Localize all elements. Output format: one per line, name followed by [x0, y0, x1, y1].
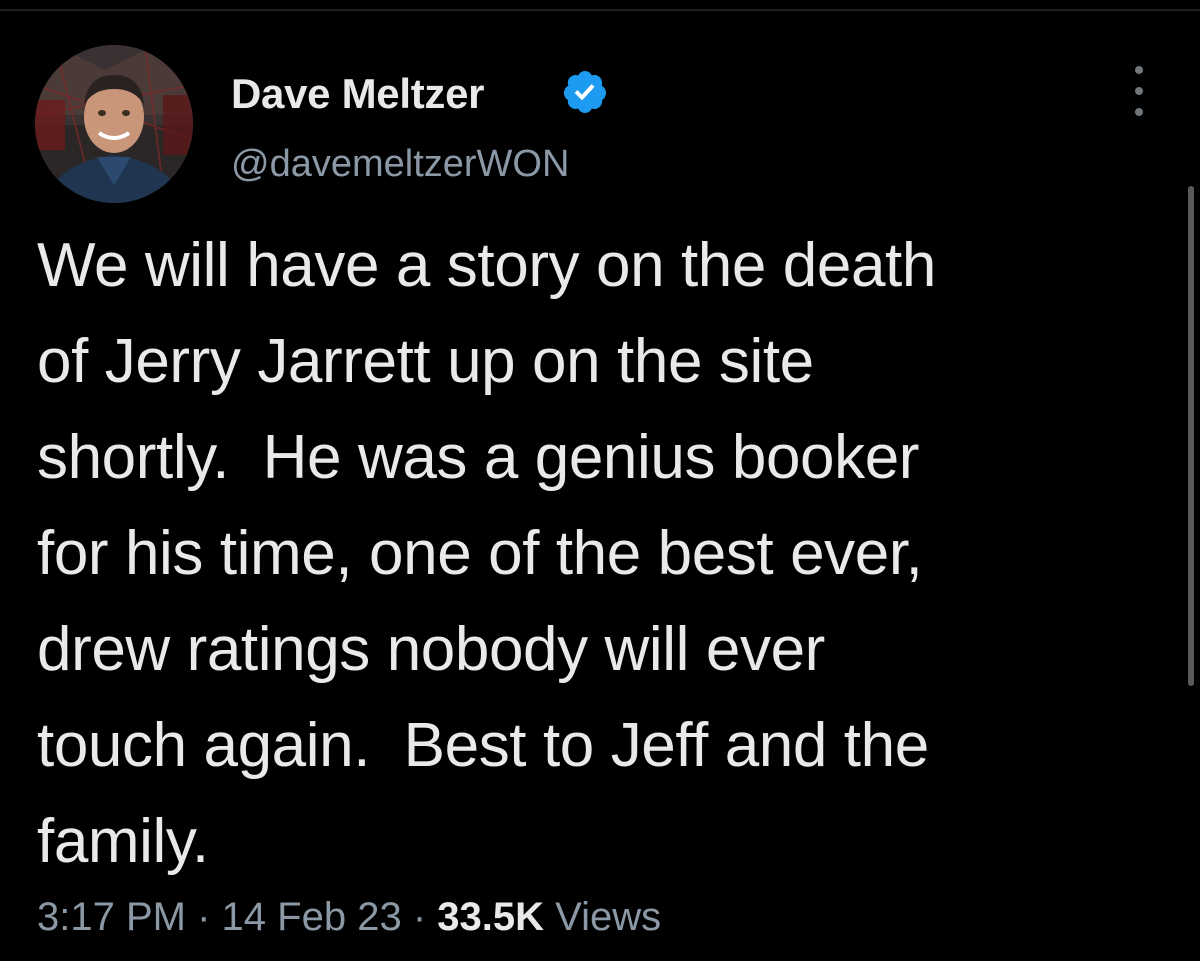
meta-separator: ·	[197, 895, 211, 939]
more-dot	[1135, 108, 1143, 116]
verified-badge-icon	[563, 71, 606, 113]
top-divider	[0, 9, 1200, 11]
views-label: Views	[555, 895, 662, 939]
scrollbar[interactable]	[1188, 186, 1194, 686]
author-handle[interactable]: @davemeltzerWON	[231, 141, 569, 187]
views-count[interactable]: 33.5K	[437, 895, 544, 939]
tweet-date[interactable]: 14 Feb 23	[222, 895, 402, 939]
tweet-text-line: of Jerry Jarrett up on the site	[37, 327, 814, 396]
tweet-text-line: family.	[37, 807, 209, 876]
meta-separator: ·	[412, 895, 427, 939]
tweet-text-line: drew ratings nobody will ever	[37, 615, 825, 684]
author-avatar[interactable]	[35, 45, 193, 203]
tweet-text-line: We will have a story on the death	[37, 231, 936, 300]
tweet-time[interactable]: 3:17 PM	[37, 895, 186, 939]
avatar-photo	[35, 45, 193, 203]
tweet-text: We will have a story on the death of Jer…	[37, 218, 1177, 890]
tweet-text-line: shortly. He was a genius booker	[37, 423, 920, 492]
tweet-text-line: touch again. Best to Jeff and the	[37, 711, 929, 780]
tweet-text-line: for his time, one of the best ever,	[37, 519, 923, 588]
more-options-icon[interactable]	[1124, 66, 1154, 116]
more-dot	[1135, 87, 1143, 95]
more-dot	[1135, 66, 1143, 74]
author-display-name[interactable]: Dave Meltzer	[231, 70, 484, 118]
tweet-meta: 3:17 PM · 14 Feb 23 · 33.5K Views	[37, 893, 661, 941]
